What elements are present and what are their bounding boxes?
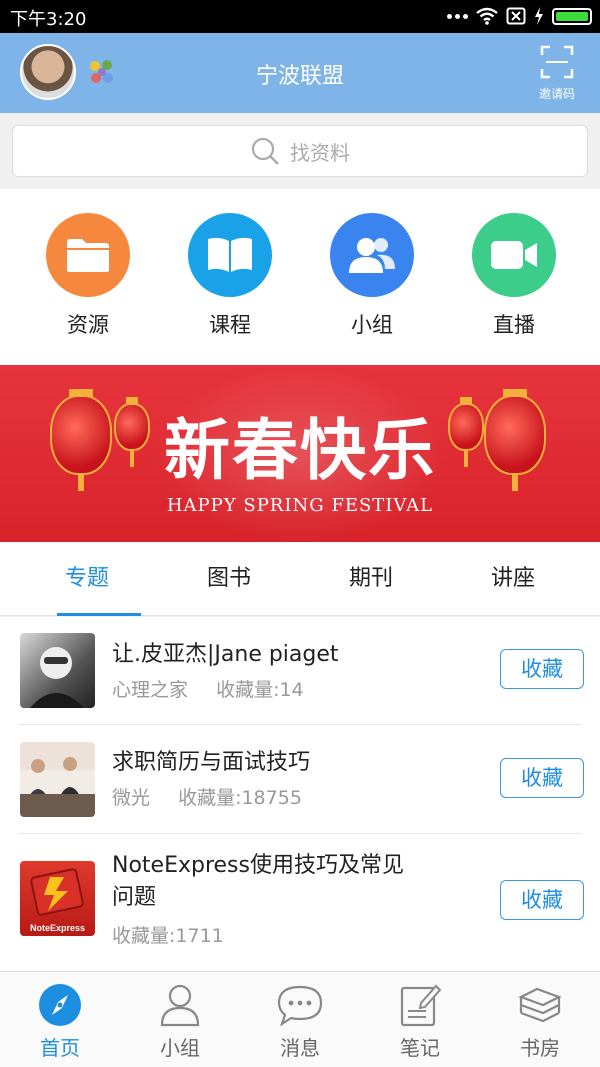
quick-action-live[interactable]: 直播 (454, 213, 574, 339)
list-item-thumbnail (20, 633, 95, 708)
nav-study[interactable]: 书房 (480, 972, 600, 1067)
tab-label: 图书 (206, 566, 251, 591)
favorite-button[interactable]: 收藏 (500, 649, 584, 689)
folder-icon (46, 213, 130, 297)
list-item-title: 求职简历与面试技巧 (112, 750, 311, 775)
video-camera-icon (472, 213, 556, 297)
status-bar: 下午3:20 (0, 0, 600, 33)
list-item-meta: 收藏量:1711 (112, 921, 224, 948)
nav-label: 小组 (160, 1036, 200, 1060)
topic-list: 让.皮亚杰|Jane piaget 心理之家 收藏量:14 收藏 求职简历与面试… (0, 617, 600, 971)
quick-action-resources[interactable]: 资源 (28, 213, 148, 339)
quick-action-label: 直播 (493, 313, 535, 337)
search-section: 找资料 (0, 113, 600, 189)
active-tab-indicator (57, 613, 141, 616)
list-item-thumbnail (20, 742, 95, 817)
tab-label: 讲座 (490, 566, 535, 591)
group-icon (330, 213, 414, 297)
wifi-icon (476, 7, 498, 25)
stacked-books-icon (517, 982, 563, 1028)
list-item-source: 微光 (112, 787, 151, 809)
list-item-thumbnail: NoteExpress (20, 861, 95, 936)
list-item-favorites: 收藏量:14 (216, 679, 304, 701)
compass-icon (37, 982, 83, 1028)
bottom-navigation: 首页 小组 消息 笔记 书房 (0, 971, 600, 1067)
nav-messages[interactable]: 消息 (240, 972, 360, 1067)
promo-banner[interactable]: 新春快乐 HAPPY SPRING FESTIVAL (0, 365, 600, 542)
favorite-button[interactable]: 收藏 (500, 758, 584, 798)
chat-bubble-icon (277, 982, 323, 1028)
category-tabs: 专题 图书 期刊 讲座 (0, 542, 600, 616)
battery-icon (552, 7, 592, 25)
list-item-title: NoteExpress使用技巧及常见问题 (112, 853, 404, 910)
list-item-source: 心理之家 (112, 679, 189, 701)
list-item[interactable]: 求职简历与面试技巧 微光 收藏量:18755 收藏 (0, 725, 600, 834)
nav-label: 消息 (280, 1036, 320, 1060)
quick-action-groups[interactable]: 小组 (312, 213, 432, 339)
quick-action-label: 资源 (67, 313, 109, 337)
quick-actions: 资源 课程 小组 直播 (0, 189, 600, 365)
note-edit-icon (397, 982, 443, 1028)
nav-groups[interactable]: 小组 (120, 972, 240, 1067)
tab-journals[interactable]: 期刊 (296, 542, 446, 616)
search-placeholder: 找资料 (290, 140, 350, 165)
status-icons (447, 7, 592, 25)
list-item[interactable]: 让.皮亚杰|Jane piaget 心理之家 收藏量:14 收藏 (0, 617, 600, 725)
quick-action-label: 小组 (351, 313, 393, 337)
search-icon (251, 137, 279, 165)
list-item-title: 让.皮亚杰|Jane piaget (112, 642, 339, 667)
nav-home[interactable]: 首页 (0, 972, 120, 1067)
tab-label: 专题 (64, 566, 109, 591)
app-header: 宁波联盟 邀请码 (0, 33, 600, 113)
thumbnail-caption: NoteExpress (29, 923, 86, 933)
search-input[interactable]: 找资料 (12, 125, 588, 177)
invite-code-button[interactable]: 邀请码 (536, 45, 578, 102)
banner-subtitle: HAPPY SPRING FESTIVAL (166, 495, 434, 516)
tab-topics[interactable]: 专题 (12, 542, 162, 616)
book-icon (188, 213, 272, 297)
list-item-meta: 心理之家 收藏量:14 (112, 675, 304, 702)
nav-label: 首页 (40, 1036, 80, 1060)
charging-icon (535, 7, 543, 25)
invite-code-label: 邀请码 (538, 87, 575, 101)
list-item[interactable]: NoteExpress NoteExpress使用技巧及常见问题 收藏量:171… (0, 834, 600, 971)
status-time: 下午3:20 (10, 9, 87, 30)
nav-notes[interactable]: 笔记 (360, 972, 480, 1067)
page-title: 宁波联盟 (255, 64, 344, 89)
list-item-favorites: 收藏量:1711 (112, 925, 224, 947)
no-sim-icon (506, 7, 526, 25)
tab-lectures[interactable]: 讲座 (438, 542, 588, 616)
quick-action-courses[interactable]: 课程 (170, 213, 290, 339)
tab-books[interactable]: 图书 (154, 542, 304, 616)
nav-label: 笔记 (400, 1036, 440, 1060)
quick-action-label: 课程 (209, 313, 251, 337)
more-dots-icon (447, 13, 468, 19)
list-item-meta: 微光 收藏量:18755 (112, 783, 302, 810)
banner-headline: 新春快乐 (164, 411, 436, 489)
nav-label: 书房 (520, 1036, 560, 1060)
list-item-favorites: 收藏量:18755 (178, 787, 302, 809)
favorite-button[interactable]: 收藏 (500, 880, 584, 920)
tab-label: 期刊 (348, 566, 393, 591)
scan-frame-icon (540, 45, 574, 79)
person-icon (157, 982, 203, 1028)
